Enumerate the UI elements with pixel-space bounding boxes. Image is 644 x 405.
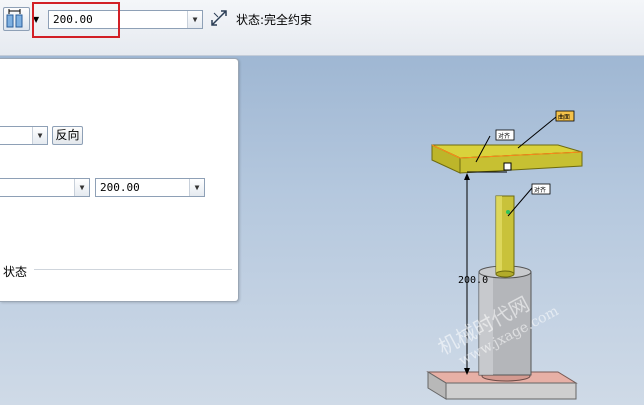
highlight-box <box>32 2 120 38</box>
chevron-down-icon[interactable]: ▼ <box>189 179 204 196</box>
constraint-type-combo[interactable]: ▼ <box>0 178 90 197</box>
section-divider <box>34 269 232 270</box>
status-section-label: 状态 <box>3 265 28 279</box>
tag-left: 对齐 <box>498 132 510 140</box>
chevron-down-icon[interactable]: ▼ <box>187 11 202 28</box>
offset-value-text: 200.00 <box>100 181 140 194</box>
model-3d[interactable]: 200.0 对齐 曲面 对齐 <box>400 100 644 405</box>
constraint-status-icon <box>211 10 227 26</box>
flip-button[interactable]: 反向 <box>52 126 83 145</box>
offset-value-combo[interactable]: 200.00 ▼ <box>95 178 205 197</box>
tag-top-right: 曲面 <box>558 113 570 121</box>
dimension-type-button[interactable] <box>3 7 30 31</box>
dimension-type-icon <box>6 9 23 28</box>
status-text: 状态:完全约束 <box>236 13 313 27</box>
chevron-down-icon[interactable]: ▼ <box>32 127 47 144</box>
chevron-down-icon[interactable]: ▼ <box>74 179 89 196</box>
placement-panel: ▼ 反向 ▼ 200.00 ▼ 状态 <box>0 58 239 302</box>
tag-mid: 对齐 <box>534 186 546 194</box>
reference-combo[interactable]: ▼ <box>0 126 48 145</box>
dashboard-toolbar: ▼ 200.00 ▼ 状态:完全约束 <box>0 0 644 56</box>
dimension-label: 200.0 <box>458 275 488 286</box>
